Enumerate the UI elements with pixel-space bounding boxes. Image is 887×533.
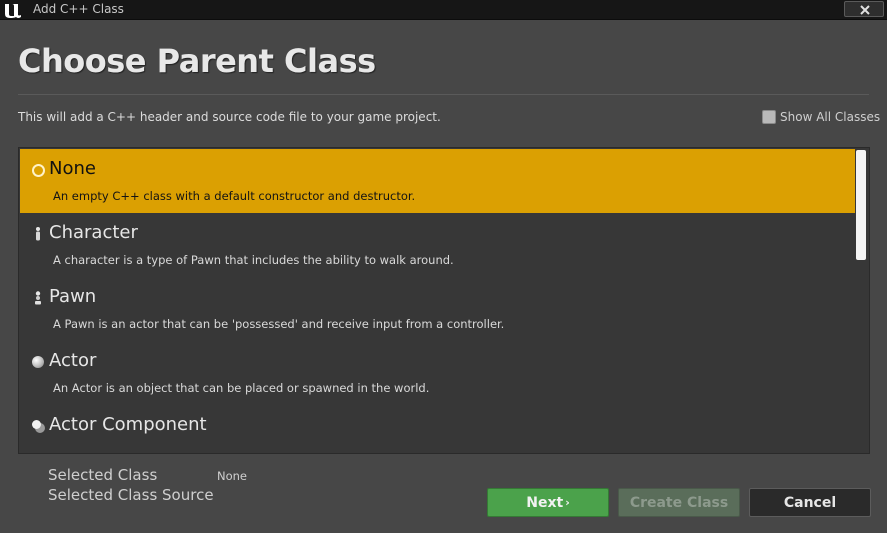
- unreal-logo-icon: [5, 4, 21, 18]
- close-button[interactable]: [844, 1, 884, 17]
- divider: [18, 94, 869, 95]
- parent-class-list[interactable]: None An empty C++ class with a default c…: [18, 147, 870, 454]
- show-all-classes-toggle[interactable]: Show All Classes: [762, 110, 880, 124]
- page-title: Choose Parent Class: [18, 42, 376, 80]
- class-description: An Actor is an object that can be placed…: [53, 381, 430, 395]
- selected-class-source-label: Selected Class Source: [48, 486, 214, 504]
- chevron-right-icon: ›: [565, 496, 570, 509]
- class-item-pawn[interactable]: Pawn A Pawn is an actor that can be 'pos…: [20, 277, 855, 341]
- show-all-classes-checkbox[interactable]: [762, 110, 776, 124]
- close-icon: [860, 5, 870, 15]
- pawn-icon: [30, 290, 46, 306]
- class-name: None: [49, 158, 96, 179]
- window-title: Add C++ Class: [33, 2, 124, 16]
- show-all-classes-label: Show All Classes: [780, 110, 881, 124]
- component-icon: [30, 418, 46, 434]
- class-description: A Pawn is an actor that can be 'possesse…: [53, 317, 505, 331]
- cancel-button-label: Cancel: [783, 494, 837, 511]
- class-name: Actor: [49, 350, 97, 371]
- cancel-button[interactable]: Cancel: [749, 488, 871, 517]
- ring-icon: [30, 162, 46, 178]
- list-scrollbar[interactable]: [856, 150, 866, 260]
- class-description: An empty C++ class with a default constr…: [53, 189, 416, 203]
- selected-class-value: None: [217, 469, 248, 483]
- create-class-button-label: Create Class: [629, 494, 729, 511]
- selected-class-label: Selected Class: [48, 466, 158, 484]
- title-bar: Add C++ Class: [0, 0, 887, 20]
- next-button-label: Next: [526, 494, 564, 511]
- next-button[interactable]: Next ›: [487, 488, 609, 517]
- class-item-character[interactable]: Character A character is a type of Pawn …: [20, 213, 855, 277]
- character-icon: [30, 226, 46, 242]
- page-subtitle: This will add a C++ header and source co…: [18, 110, 441, 124]
- create-class-button[interactable]: Create Class: [618, 488, 740, 517]
- class-item-actor[interactable]: Actor An Actor is an object that can be …: [20, 341, 855, 405]
- class-name: Pawn: [49, 286, 97, 307]
- class-description: A character is a type of Pawn that inclu…: [53, 253, 454, 267]
- sphere-icon: [30, 354, 46, 370]
- class-item-none[interactable]: None An empty C++ class with a default c…: [20, 149, 855, 213]
- class-name: Actor Component: [49, 414, 207, 435]
- class-name: Character: [49, 222, 138, 243]
- class-item-actor-component[interactable]: Actor Component: [20, 405, 855, 453]
